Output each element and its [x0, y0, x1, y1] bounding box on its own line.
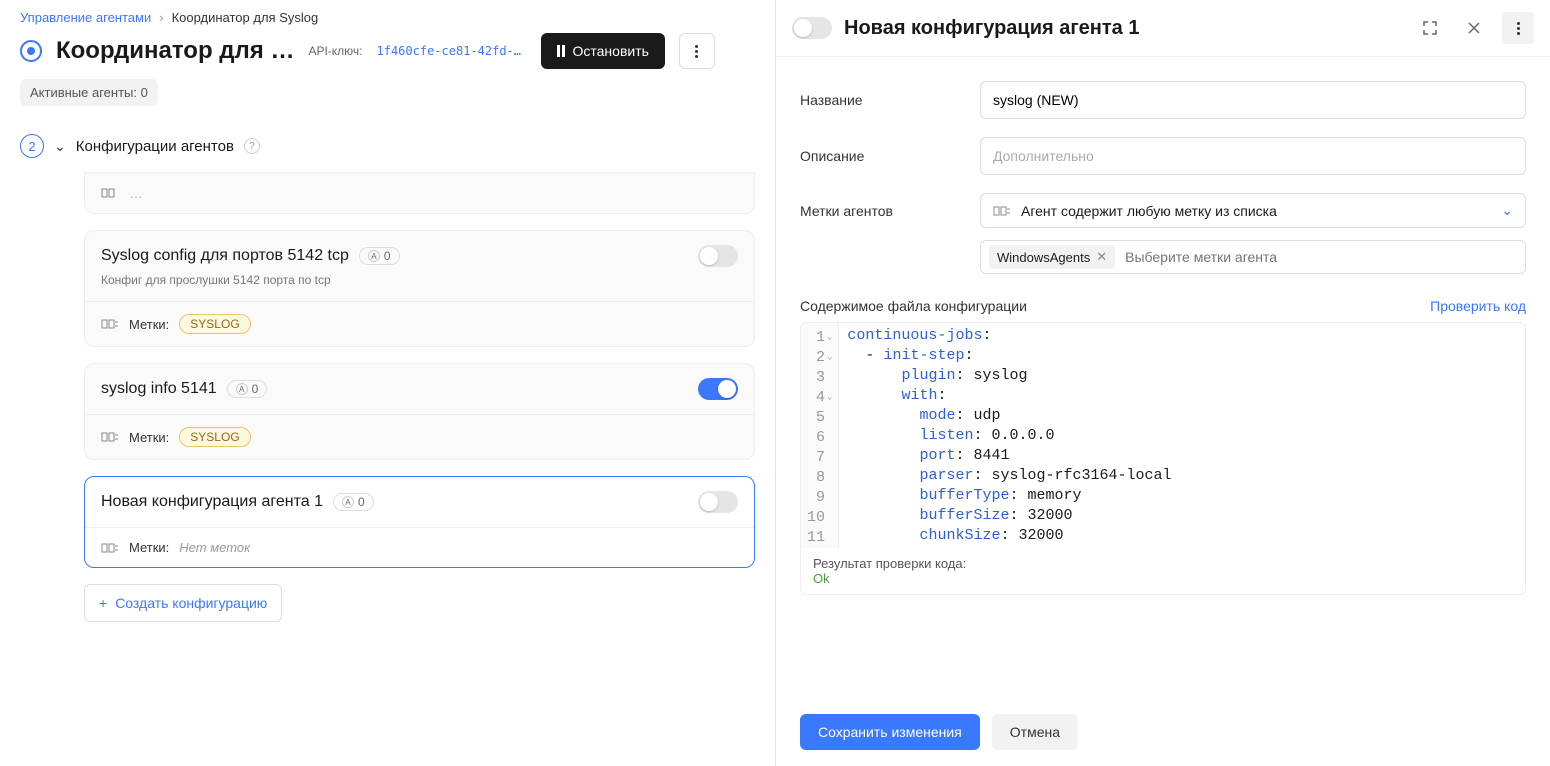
remove-tag-icon[interactable]: ✕ [1096, 249, 1107, 265]
chevron-right-icon: › [159, 10, 163, 25]
right-panel-title: Новая конфигурация агента 1 [844, 17, 1402, 40]
create-config-button[interactable]: + Создать конфигурацию [84, 584, 282, 622]
plus-icon: + [99, 595, 107, 611]
tag-chip: SYSLOG [179, 314, 250, 334]
help-icon[interactable]: ? [244, 138, 260, 154]
description-label: Описание [800, 148, 960, 164]
api-key-label: API-ключ: [308, 44, 362, 58]
tags-icon [101, 317, 119, 331]
name-label: Название [800, 92, 960, 108]
agent-count-badge: A0 [333, 493, 374, 511]
save-button[interactable]: Сохранить изменения [800, 714, 980, 750]
config-title: syslog info 5141 [101, 380, 217, 398]
tags-icon [101, 430, 119, 444]
agent-tags-select[interactable]: Агент содержит любую метку из списка ⌄ [980, 193, 1526, 228]
config-title: Новая конфигурация агента 1 [101, 493, 323, 511]
code-editor[interactable]: 1⌄2⌄3 4⌄5 6 7 8 9 10 11 12 continuous-jo… [801, 323, 1525, 548]
active-agents-badge: Активные агенты: 0 [20, 79, 158, 106]
check-code-link[interactable]: Проверить код [1430, 298, 1526, 314]
cancel-button[interactable]: Отмена [992, 714, 1078, 750]
breadcrumb-current: Координатор для Syslog [172, 10, 319, 25]
create-config-label: Создать конфигурацию [115, 595, 267, 611]
code-check-result: Результат проверки кода: Ok [801, 548, 1525, 594]
config-toggle[interactable] [698, 378, 738, 400]
panel-more-button[interactable] [1502, 12, 1534, 44]
breadcrumb-root[interactable]: Управление агентами [20, 10, 151, 25]
agent-count-badge: A0 [359, 247, 400, 265]
description-input[interactable] [980, 137, 1526, 175]
close-icon[interactable] [1458, 12, 1490, 44]
api-key-value[interactable]: 1f460cfe-ce81-42fd-a16f… [377, 44, 527, 58]
config-description: Конфиг для прослушки 5142 порта по tcp [101, 273, 738, 287]
agent-count-badge: A0 [227, 380, 268, 398]
chevron-down-icon[interactable]: ⌄ [54, 138, 66, 155]
dots-vertical-icon [695, 45, 698, 58]
agent-tags-label: Метки агентов [800, 203, 960, 219]
tags-icon [993, 204, 1011, 218]
chevron-down-icon: ⌄ [1501, 202, 1513, 219]
pause-icon [557, 45, 565, 57]
tags-icon [101, 186, 119, 200]
breadcrumb: Управление агентами › Координатор для Sy… [20, 10, 755, 25]
config-title: Syslog config для портов 5142 tcp [101, 247, 349, 265]
tags-label: Метки: [129, 540, 169, 555]
tags-label: Метки: [129, 430, 169, 445]
config-card[interactable]: Новая конфигурация агента 1 A0 Метки: Нет м… [84, 476, 755, 568]
config-toggle[interactable] [698, 491, 738, 513]
no-tags-label: Нет меток [179, 540, 250, 555]
expand-icon[interactable] [1414, 12, 1446, 44]
status-indicator [20, 40, 42, 62]
tag-chip: SYSLOG [179, 427, 250, 447]
name-input[interactable] [980, 81, 1526, 119]
tags-icon [101, 541, 119, 555]
section-title: Конфигурации агентов [76, 138, 234, 155]
dots-vertical-icon [1517, 22, 1520, 35]
stop-button[interactable]: Остановить [541, 33, 665, 69]
stop-button-label: Остановить [573, 43, 649, 59]
tag-chip: WindowsAgents ✕ [989, 245, 1115, 269]
page-title: Координатор для … [56, 37, 294, 65]
agent-tags-select-value: Агент содержит любую метку из списка [1021, 203, 1277, 219]
code-section-title: Содержимое файла конфигурации [800, 298, 1027, 314]
config-enable-toggle[interactable] [792, 17, 832, 39]
agent-tags-input[interactable]: WindowsAgents ✕ [980, 240, 1526, 274]
config-count-badge: 2 [20, 134, 44, 158]
config-card[interactable]: Syslog config для портов 5142 tcp A0 Конфи… [84, 230, 755, 347]
config-toggle[interactable] [698, 245, 738, 267]
config-card[interactable]: syslog info 5141 A0 Метки: SYSLOG [84, 363, 755, 460]
more-menu-button[interactable] [679, 33, 715, 69]
tag-search-input[interactable] [1125, 249, 1517, 265]
tags-label: Метки: [129, 317, 169, 332]
